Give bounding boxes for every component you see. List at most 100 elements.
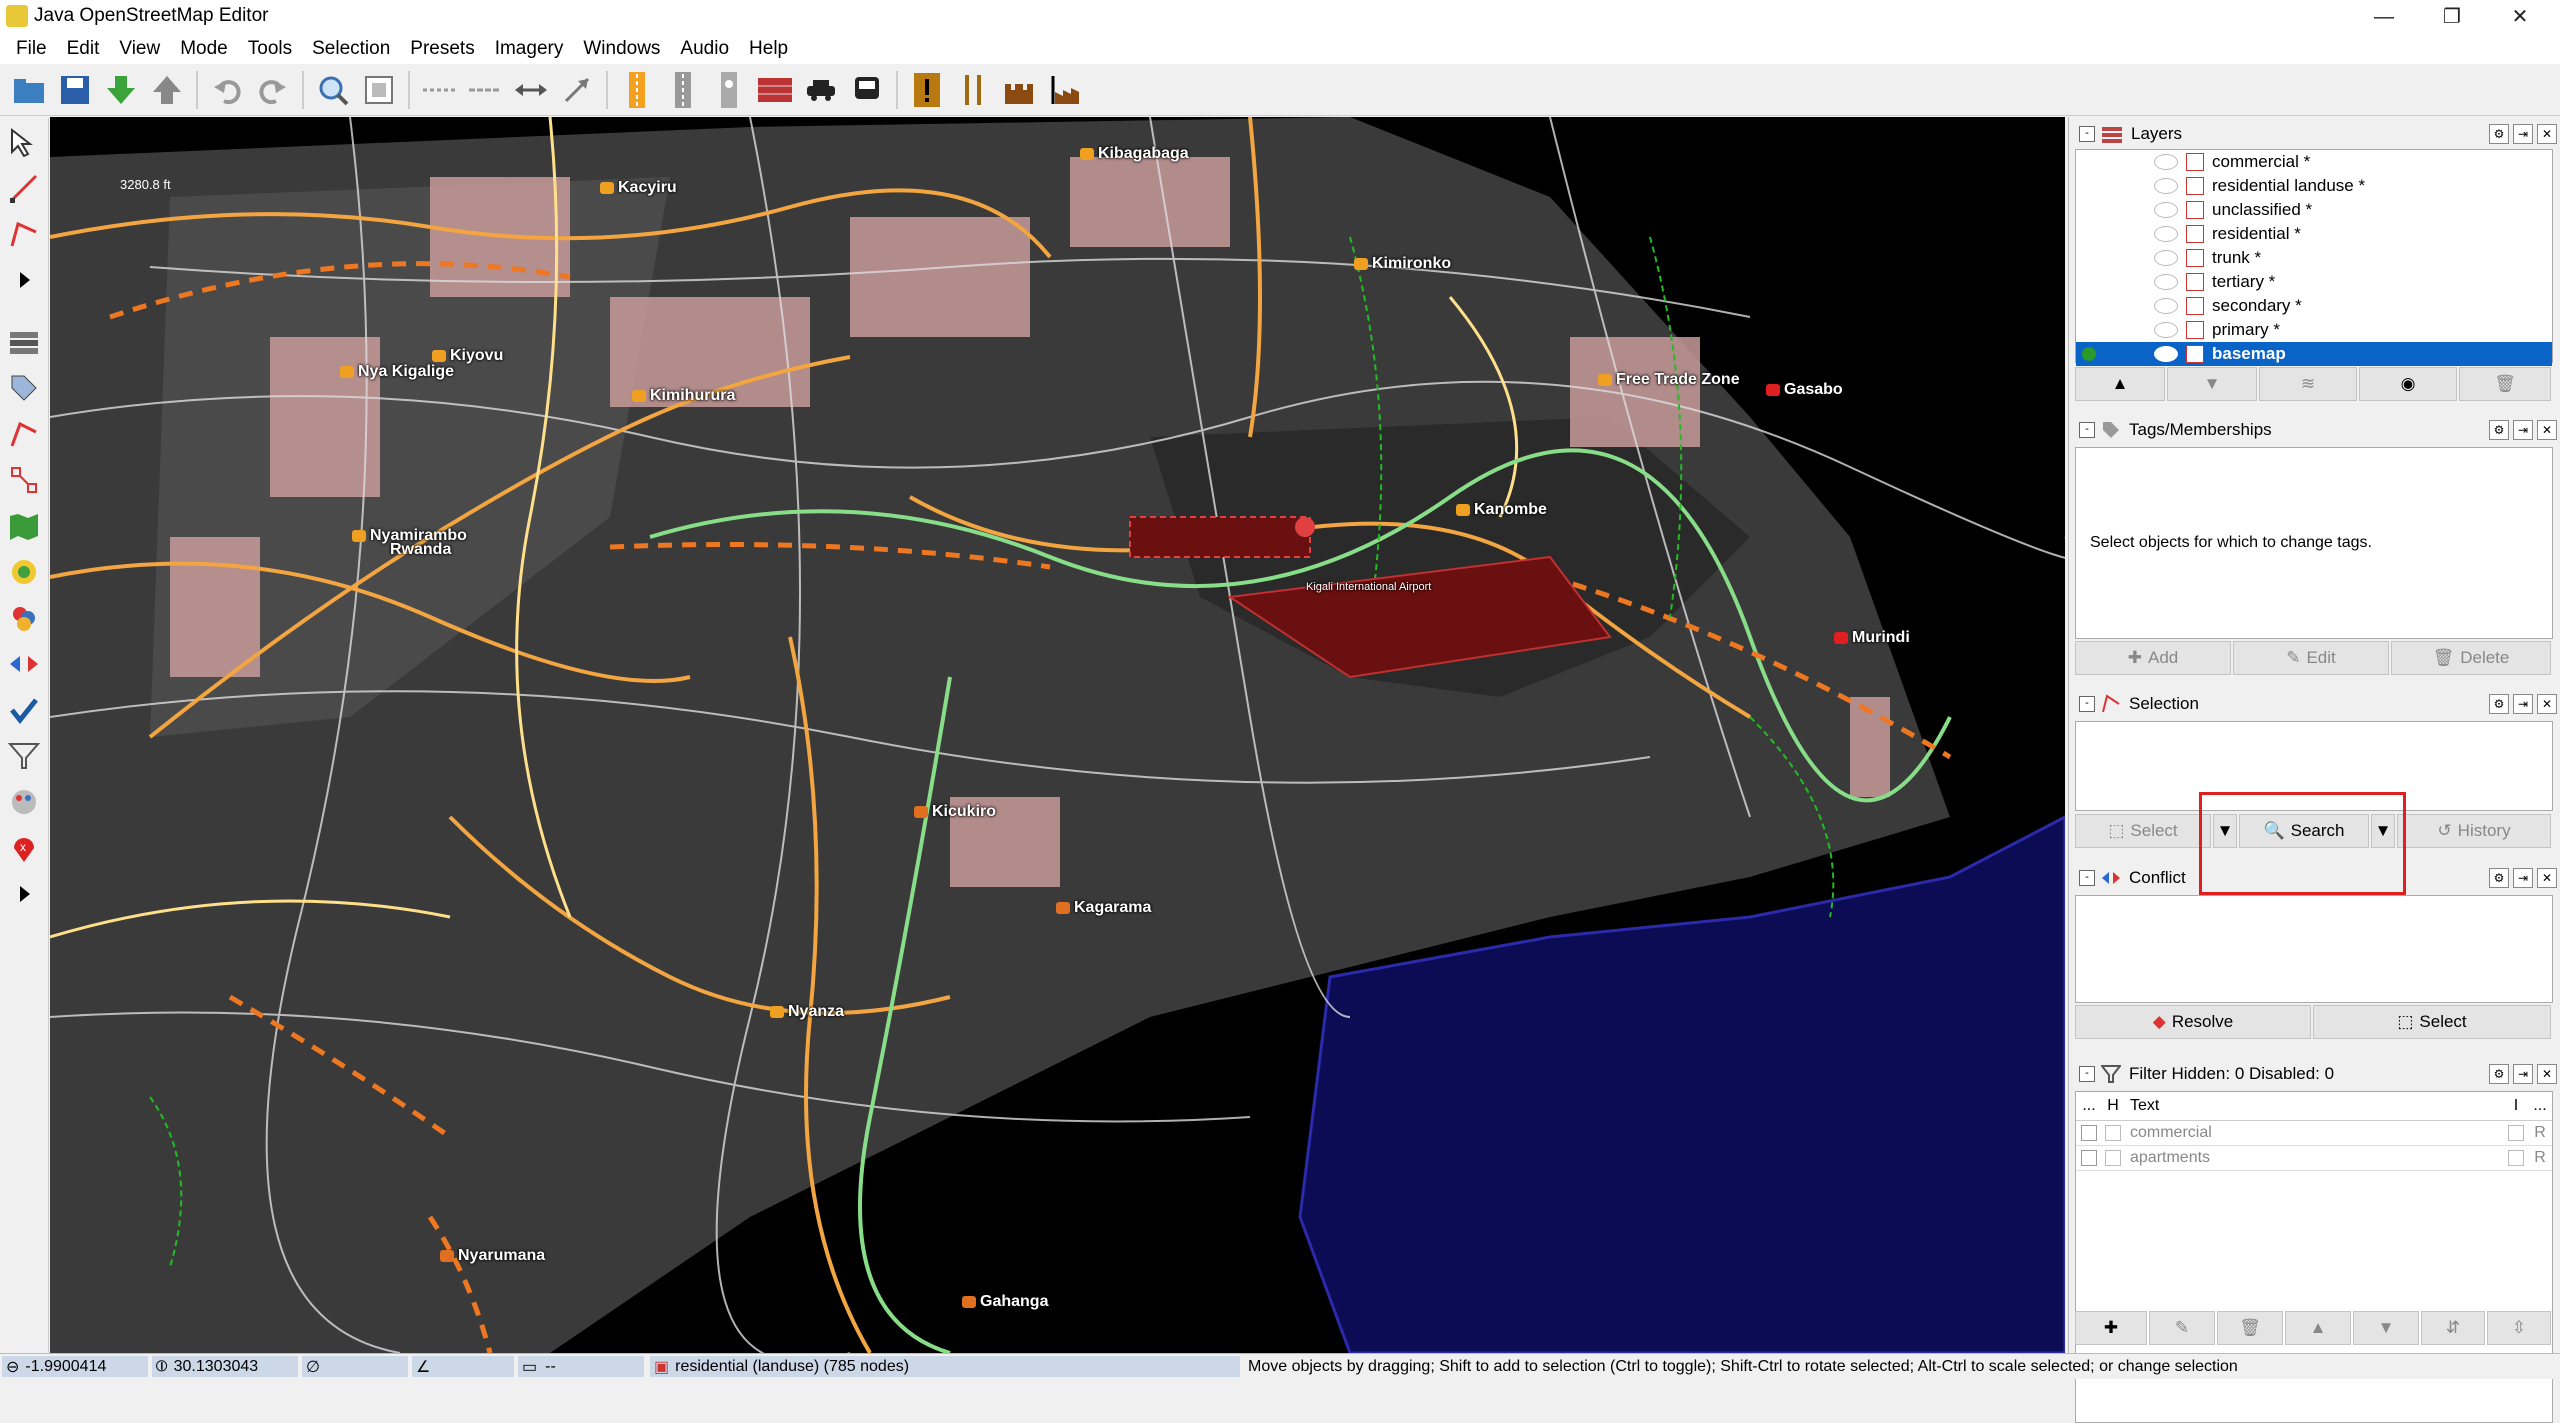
open-file-icon[interactable]	[8, 69, 50, 111]
close-panel-icon[interactable]: ✕	[2537, 1064, 2557, 1084]
menu-file[interactable]: File	[6, 34, 57, 64]
validator-icon[interactable]	[2, 688, 46, 732]
tags-table[interactable]: Select objects for which to change tags.	[2075, 447, 2553, 639]
menu-edit[interactable]: Edit	[57, 34, 110, 64]
user-list-icon[interactable]	[2, 596, 46, 640]
col-text[interactable]: Text	[2124, 1097, 2504, 1115]
history-button[interactable]: ↺ History	[2397, 814, 2551, 848]
col-hidden[interactable]: H	[2102, 1097, 2124, 1115]
enabled-checkbox[interactable]	[2076, 1150, 2102, 1166]
sort-icon[interactable]: ⇵	[2421, 1311, 2485, 1345]
warning-preset-icon[interactable]	[906, 69, 948, 111]
delete-filter-icon[interactable]: 🗑	[2217, 1311, 2283, 1345]
castle-icon[interactable]	[998, 69, 1040, 111]
col-enabled[interactable]: ...	[2076, 1097, 2102, 1115]
move-down-icon[interactable]: ▼	[2167, 367, 2257, 401]
filter-row[interactable]: commercial R	[2076, 1121, 2552, 1146]
map-canvas[interactable]	[50, 117, 2065, 1353]
visibility-eye-icon[interactable]	[2154, 298, 2178, 314]
settings-icon[interactable]: ⚙	[2489, 1064, 2509, 1084]
save-icon[interactable]	[54, 69, 96, 111]
redo-icon[interactable]	[252, 69, 294, 111]
inverted-checkbox[interactable]	[2504, 1125, 2528, 1141]
selection-panel-header[interactable]: - Selection ⚙ ⇥ ✕	[2073, 691, 2557, 717]
car-icon[interactable]	[800, 69, 842, 111]
select-mode-icon[interactable]	[2, 120, 46, 164]
layer-list-icon[interactable]	[2, 320, 46, 364]
close-panel-icon[interactable]: ✕	[2537, 124, 2557, 144]
collapse-icon[interactable]: -	[2079, 1066, 2095, 1082]
download-icon[interactable]	[100, 69, 142, 111]
visibility-eye-icon[interactable]	[2154, 250, 2178, 266]
menu-selection[interactable]: Selection	[302, 34, 400, 64]
layer-row[interactable]: unclassified *	[2076, 198, 2552, 222]
tag-icon[interactable]	[2, 366, 46, 410]
detach-icon[interactable]: ⇥	[2513, 124, 2533, 144]
tags-panel-header[interactable]: - Tags/Memberships ⚙ ⇥ ✕	[2073, 417, 2557, 443]
restaurant-icon[interactable]	[952, 69, 994, 111]
filter-up-icon[interactable]: ▲	[2285, 1311, 2351, 1345]
maximize-button[interactable]: ❐	[2418, 0, 2486, 34]
settings-icon[interactable]: ⚙	[2489, 868, 2509, 888]
settings-icon[interactable]: ⚙	[2489, 124, 2509, 144]
map-view[interactable]: 3280.8 ft Kibagabaga Kacyiru Kimironko K…	[50, 117, 2065, 1353]
layer-row[interactable]: basemap	[2076, 342, 2552, 366]
settings-icon[interactable]: ⚙	[2489, 420, 2509, 440]
collapse-icon[interactable]: -	[2079, 422, 2095, 438]
layer-row[interactable]: commercial *	[2076, 150, 2552, 174]
detach-icon[interactable]: ⇥	[2513, 1064, 2533, 1084]
conflict-list[interactable]	[2075, 895, 2553, 1003]
edit-filter-icon[interactable]: ✎	[2149, 1311, 2215, 1345]
layer-row[interactable]: residential landuse *	[2076, 174, 2552, 198]
menu-mode[interactable]: Mode	[170, 34, 238, 64]
combine-way-icon[interactable]	[464, 69, 506, 111]
industrial-icon[interactable]	[1044, 69, 1086, 111]
detach-icon[interactable]: ⇥	[2513, 868, 2533, 888]
filter-icon[interactable]	[2, 734, 46, 778]
layer-row[interactable]: primary *	[2076, 318, 2552, 342]
align-icon[interactable]	[556, 69, 598, 111]
undo-icon[interactable]	[206, 69, 248, 111]
visibility-icon[interactable]: ◉	[2359, 367, 2457, 401]
preferences-icon[interactable]	[358, 69, 400, 111]
close-panel-icon[interactable]: ✕	[2537, 694, 2557, 714]
edit-tag-button[interactable]: ✎ Edit	[2233, 641, 2389, 675]
layers-panel-header[interactable]: - Layers ⚙ ⇥ ✕	[2073, 121, 2557, 147]
visibility-eye-icon[interactable]	[2154, 322, 2178, 338]
draw-mode-icon[interactable]	[2, 166, 46, 210]
close-button[interactable]: ✕	[2486, 0, 2554, 34]
visibility-eye-icon[interactable]	[2154, 346, 2178, 362]
merge-layer-icon[interactable]: ≋	[2259, 367, 2357, 401]
visibility-eye-icon[interactable]	[2154, 154, 2178, 170]
menu-presets[interactable]: Presets	[400, 34, 484, 64]
collapse-icon[interactable]: -	[2079, 126, 2095, 142]
inverted-checkbox[interactable]	[2504, 1150, 2528, 1166]
changeset-icon[interactable]	[2, 550, 46, 594]
filter-panel-header[interactable]: - Filter Hidden: 0 Disabled: 0 ⚙ ⇥ ✕	[2073, 1061, 2557, 1087]
conflict-select-button[interactable]: ⬚ Select	[2313, 1005, 2551, 1039]
add-filter-icon[interactable]: ✚	[2075, 1311, 2147, 1345]
collapse-icon[interactable]: -	[2079, 696, 2095, 712]
delete-layer-icon[interactable]: 🗑	[2459, 367, 2551, 401]
layer-row[interactable]: residential *	[2076, 222, 2552, 246]
map-icon[interactable]	[2, 504, 46, 548]
selection-list-icon[interactable]	[2, 412, 46, 456]
map-paint-styles-icon[interactable]	[2, 780, 46, 824]
detach-icon[interactable]: ⇥	[2513, 694, 2533, 714]
bus-icon[interactable]	[846, 69, 888, 111]
close-panel-icon[interactable]: ✕	[2537, 420, 2557, 440]
collapse-icon[interactable]: -	[2079, 870, 2095, 886]
filter-down-icon[interactable]: ▼	[2353, 1311, 2419, 1345]
menu-view[interactable]: View	[109, 34, 170, 64]
conflict-icon[interactable]	[2, 642, 46, 686]
delete-tag-button[interactable]: 🗑 Delete	[2391, 641, 2551, 675]
select-button[interactable]: ⬚ Select	[2075, 814, 2211, 848]
visibility-eye-icon[interactable]	[2154, 178, 2178, 194]
col-inverted[interactable]: I	[2504, 1097, 2528, 1115]
reverse-way-icon[interactable]	[510, 69, 552, 111]
road-preset-icon[interactable]	[616, 69, 658, 111]
menu-imagery[interactable]: Imagery	[485, 34, 574, 64]
hidden-checkbox[interactable]	[2102, 1125, 2124, 1141]
split-way-icon[interactable]	[418, 69, 460, 111]
menu-help[interactable]: Help	[739, 34, 798, 64]
